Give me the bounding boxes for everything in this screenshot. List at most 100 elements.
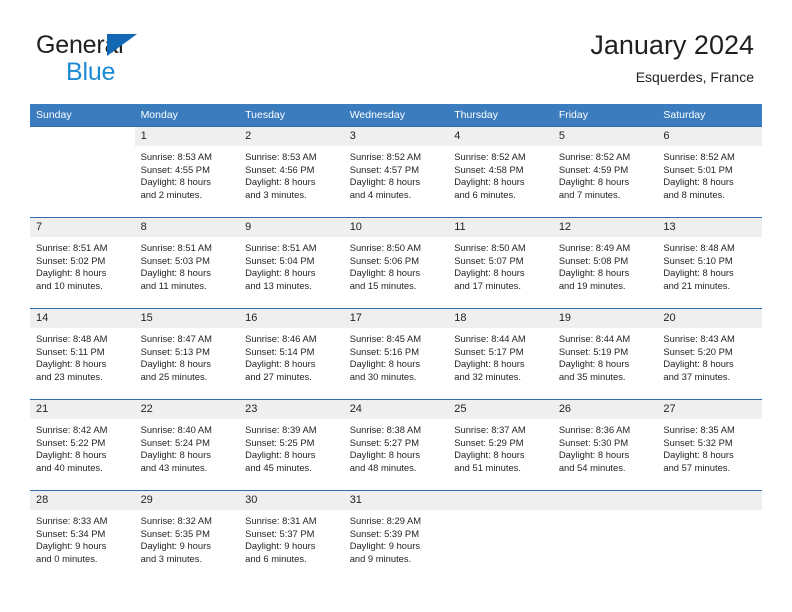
day-cell-content: 9 Sunrise: 8:51 AM Sunset: 5:04 PM Daylight… — [239, 218, 344, 308]
day-cell-content: 13 Sunrise: 8:48 AM Sunset: 5:10 PM Dayligh… — [657, 218, 762, 308]
day-sun-details: Sunrise: 8:48 AM Sunset: 5:11 PM Daylight:… — [30, 328, 135, 383]
day-sun-details: Sunrise: 8:49 AM Sunset: 5:08 PM Daylight:… — [553, 237, 658, 292]
calendar-day-cell[interactable]: 22 Sunrise: 8:40 AM Sunset: 5:24 PM Dayligh… — [134, 399, 240, 491]
calendar-day-cell[interactable]: 4 Sunrise: 8:52 AM Sunset: 4:58 PM Daylight… — [448, 126, 553, 218]
calendar-day-cell[interactable]: 20 Sunrise: 8:43 AM Sunset: 5:20 PM Dayligh… — [657, 308, 762, 400]
day-number: 27 — [657, 400, 762, 419]
day-detail-line: Daylight: 8 hours — [245, 449, 316, 461]
calendar-day-cell[interactable]: 23 Sunrise: 8:39 AM Sunset: 5:25 PM Dayligh… — [239, 399, 344, 491]
calendar-day-cell[interactable]: 7 Sunrise: 8:51 AM Sunset: 5:02 PM Daylight… — [30, 217, 135, 309]
day-detail-line: Sunset: 5:14 PM — [245, 345, 315, 357]
day-detail-line: Sunset: 5:32 PM — [663, 436, 733, 448]
day-detail-line: Sunrise: 8:29 AM — [349, 515, 422, 526]
day-cell-content: 23 Sunrise: 8:39 AM Sunset: 5:25 PM Dayligh… — [239, 400, 344, 490]
calendar-day-cell[interactable]: 12 Sunrise: 8:49 AM Sunset: 5:08 PM Dayligh… — [552, 217, 658, 309]
day-number: 17 — [343, 309, 449, 328]
day-sun-details: Sunrise: 8:51 AM Sunset: 5:04 PM Daylight:… — [239, 237, 344, 292]
calendar-day-cell[interactable]: 15 Sunrise: 8:47 AM Sunset: 5:13 PM Dayligh… — [134, 308, 240, 400]
page-header: General Blue January 2024 Esquerdes, Fra… — [0, 0, 792, 100]
calendar-day-cell[interactable]: 1 Sunrise: 8:53 AM Sunset: 4:55 PM Daylight… — [134, 126, 240, 218]
calendar-day-cell[interactable] — [30, 126, 135, 218]
calendar-day-cell[interactable] — [657, 490, 762, 581]
calendar-day-cell[interactable]: 10 Sunrise: 8:50 AM Sunset: 5:06 PM Dayligh… — [343, 217, 449, 309]
day-detail-line: and 2 minutes. — [140, 188, 203, 200]
day-sun-details: Sunrise: 8:44 AM Sunset: 5:17 PM Daylight:… — [448, 328, 553, 383]
day-cell-content: 5 Sunrise: 8:52 AM Sunset: 4:59 PM Daylight… — [552, 127, 658, 217]
day-detail-line: and 15 minutes. — [349, 279, 417, 291]
weekday-header-thursday: Thursday — [448, 104, 553, 127]
calendar-day-cell[interactable]: 9 Sunrise: 8:51 AM Sunset: 5:04 PM Daylight… — [239, 217, 344, 309]
day-detail-line: Sunrise: 8:50 AM — [454, 242, 526, 253]
day-detail-line: Sunrise: 8:40 AM — [140, 424, 212, 435]
calendar-day-cell[interactable]: 8 Sunrise: 8:51 AM Sunset: 5:03 PM Daylight… — [134, 217, 240, 309]
day-detail-line: Sunset: 5:27 PM — [349, 436, 419, 448]
day-sun-details: Sunrise: 8:39 AM Sunset: 5:25 PM Daylight:… — [239, 419, 344, 474]
day-cell-content — [657, 491, 762, 581]
day-number: 9 — [239, 218, 344, 237]
calendar-day-cell[interactable]: 30 Sunrise: 8:31 AM Sunset: 5:37 PM Dayligh… — [239, 490, 344, 581]
calendar-day-cell[interactable]: 5 Sunrise: 8:52 AM Sunset: 4:59 PM Daylight… — [552, 126, 658, 218]
calendar-day-cell[interactable]: 31 Sunrise: 8:29 AM Sunset: 5:39 PM Dayligh… — [343, 490, 449, 581]
day-detail-line: Sunset: 5:10 PM — [663, 254, 733, 266]
calendar-day-cell[interactable]: 19 Sunrise: 8:44 AM Sunset: 5:19 PM Dayligh… — [552, 308, 658, 400]
calendar-day-cell[interactable]: 24 Sunrise: 8:38 AM Sunset: 5:27 PM Dayligh… — [343, 399, 449, 491]
day-number: 29 — [134, 491, 240, 510]
day-detail-line: Sunset: 5:30 PM — [558, 436, 629, 448]
calendar-day-cell[interactable]: 25 Sunrise: 8:37 AM Sunset: 5:29 PM Dayligh… — [448, 399, 553, 491]
day-number: 16 — [239, 309, 344, 328]
day-cell-content: 20 Sunrise: 8:43 AM Sunset: 5:20 PM Dayligh… — [657, 309, 762, 399]
day-detail-line: Sunrise: 8:45 AM — [349, 333, 422, 344]
day-number — [552, 491, 658, 510]
calendar-day-cell[interactable]: 17 Sunrise: 8:45 AM Sunset: 5:16 PM Dayligh… — [343, 308, 449, 400]
day-detail-line: Sunrise: 8:47 AM — [140, 333, 212, 344]
calendar-day-cell[interactable]: 13 Sunrise: 8:48 AM Sunset: 5:10 PM Dayligh… — [657, 217, 762, 309]
day-detail-line: Daylight: 8 hours — [558, 267, 630, 279]
day-cell-content: 19 Sunrise: 8:44 AM Sunset: 5:19 PM Dayligh… — [552, 309, 658, 399]
day-detail-line: Sunrise: 8:52 AM — [454, 151, 526, 162]
calendar-day-cell[interactable]: 6 Sunrise: 8:52 AM Sunset: 5:01 PM Daylight… — [657, 126, 762, 218]
weekday-header-saturday: Saturday — [657, 104, 762, 127]
calendar-day-cell[interactable]: 26 Sunrise: 8:36 AM Sunset: 5:30 PM Dayligh… — [552, 399, 658, 491]
day-detail-line: Sunset: 5:16 PM — [349, 345, 419, 357]
day-detail-line: Daylight: 8 hours — [245, 176, 316, 188]
calendar-day-cell[interactable]: 27 Sunrise: 8:35 AM Sunset: 5:32 PM Dayligh… — [657, 399, 762, 491]
calendar-day-cell[interactable] — [448, 490, 553, 581]
day-detail-line: and 27 minutes. — [245, 370, 312, 382]
calendar-day-cell[interactable]: 21 Sunrise: 8:42 AM Sunset: 5:22 PM Dayligh… — [30, 399, 135, 491]
day-sun-details: Sunrise: 8:52 AM Sunset: 4:59 PM Daylight:… — [553, 146, 658, 201]
day-detail-line: Sunrise: 8:43 AM — [663, 333, 735, 344]
day-cell-content: 18 Sunrise: 8:44 AM Sunset: 5:17 PM Dayligh… — [448, 309, 553, 399]
day-detail-line: Sunset: 4:57 PM — [349, 163, 419, 175]
day-detail-line: and 48 minutes. — [349, 461, 417, 473]
day-detail-line: Sunrise: 8:52 AM — [558, 151, 631, 162]
title-block: January 2024 Esquerdes, France — [590, 28, 754, 88]
calendar-day-cell[interactable]: 11 Sunrise: 8:50 AM Sunset: 5:07 PM Dayligh… — [448, 217, 553, 309]
day-detail-line: Daylight: 8 hours — [140, 358, 211, 370]
day-number: 10 — [343, 218, 449, 237]
calendar-day-cell[interactable]: 2 Sunrise: 8:53 AM Sunset: 4:56 PM Daylight… — [239, 126, 344, 218]
day-cell-content: 29 Sunrise: 8:32 AM Sunset: 5:35 PM Dayligh… — [134, 491, 240, 581]
day-cell-content: 31 Sunrise: 8:29 AM Sunset: 5:39 PM Dayligh… — [343, 491, 449, 581]
day-detail-line: and 40 minutes. — [36, 461, 103, 473]
day-detail-line: Daylight: 8 hours — [349, 358, 421, 370]
day-detail-line: Sunset: 5:04 PM — [245, 254, 315, 266]
calendar-day-cell[interactable]: 3 Sunrise: 8:52 AM Sunset: 4:57 PM Daylight… — [343, 126, 449, 218]
day-detail-line: and 23 minutes. — [36, 370, 103, 382]
day-sun-details: Sunrise: 8:53 AM Sunset: 4:56 PM Daylight:… — [239, 146, 344, 201]
day-cell-content — [448, 491, 553, 581]
day-detail-line: and 9 minutes. — [349, 552, 412, 564]
day-cell-content: 12 Sunrise: 8:49 AM Sunset: 5:08 PM Dayligh… — [552, 218, 658, 308]
calendar-day-cell[interactable]: 28 Sunrise: 8:33 AM Sunset: 5:34 PM Dayligh… — [30, 490, 135, 581]
calendar-day-cell[interactable]: 18 Sunrise: 8:44 AM Sunset: 5:17 PM Dayligh… — [448, 308, 553, 400]
day-detail-line: Sunset: 4:56 PM — [245, 163, 315, 175]
day-number: 2 — [239, 127, 344, 146]
calendar-day-cell[interactable]: 14 Sunrise: 8:48 AM Sunset: 5:11 PM Dayligh… — [30, 308, 135, 400]
calendar-day-cell[interactable] — [552, 490, 658, 581]
day-detail-line: and 19 minutes. — [558, 279, 626, 291]
calendar-day-cell[interactable]: 16 Sunrise: 8:46 AM Sunset: 5:14 PM Dayligh… — [239, 308, 344, 400]
calendar-day-cell[interactable]: 29 Sunrise: 8:32 AM Sunset: 5:35 PM Dayligh… — [134, 490, 240, 581]
day-detail-line: Sunrise: 8:51 AM — [140, 242, 212, 253]
day-detail-line: Daylight: 9 hours — [140, 540, 211, 552]
day-detail-line: Sunset: 4:55 PM — [140, 163, 210, 175]
day-detail-line: and 4 minutes. — [349, 188, 412, 200]
